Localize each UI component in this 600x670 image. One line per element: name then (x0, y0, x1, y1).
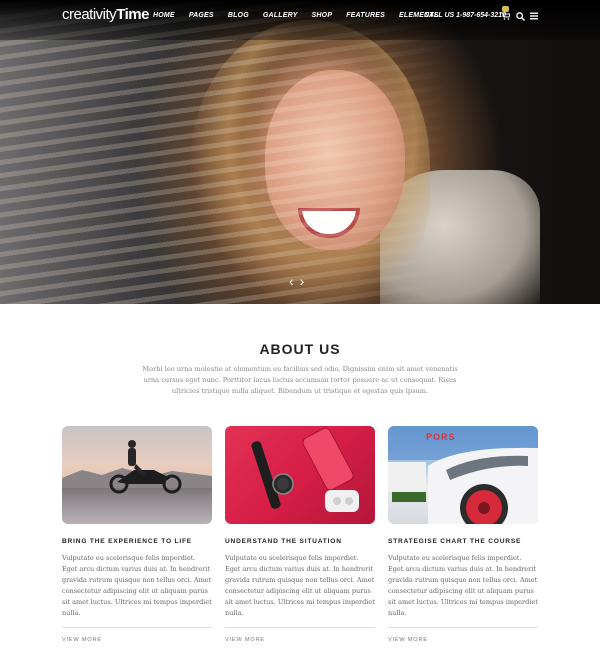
card-divider (62, 627, 212, 628)
hero-slider: creativityTime HOME PAGES BLOG GALLERY S… (0, 0, 600, 304)
nav-link-blog[interactable]: BLOG (228, 12, 249, 19)
brand-logo[interactable]: creativityTime (62, 6, 149, 23)
about-text: Morbi leo urna molestie at elementum eu … (142, 365, 458, 395)
brand-light: creativity (62, 6, 117, 23)
slider-next-icon[interactable]: › (300, 274, 305, 288)
slider-arrows: ‹ › (289, 274, 304, 288)
card-title: BRING THE EXPERIENCE TO LIFE (62, 538, 192, 545)
card-text: Vulputate eu scelerisque felis imperdiet… (225, 554, 375, 617)
hero-photo-blinds (0, 0, 600, 304)
feature-card-2: UNDERSTAND THE SITUATION Vulputate eu sc… (225, 426, 375, 643)
brand-bold: Time (116, 6, 149, 23)
feature-card-3: PORS STRATEGISE CHART THE COURSE Vulputa… (388, 426, 538, 643)
nav-link-home[interactable]: HOME (153, 12, 175, 19)
cart-icon[interactable] (501, 12, 511, 23)
nav-link-gallery[interactable]: GALLERY (263, 12, 298, 19)
card-title: UNDERSTAND THE SITUATION (225, 538, 342, 545)
card-image-red-gadgets (225, 426, 375, 524)
card-text: Vulputate eu scelerisque felis imperdiet… (62, 554, 212, 617)
call-us-phone[interactable]: CALL US 1-987-654-3210 (424, 12, 506, 19)
nav-link-features[interactable]: FEATURES (346, 12, 385, 19)
menu-icon[interactable] (530, 12, 538, 23)
svg-text:PORS: PORS (426, 432, 456, 442)
card-divider (388, 627, 538, 628)
nav-link-shop[interactable]: SHOP (312, 12, 333, 19)
nav-links: HOME PAGES BLOG GALLERY SHOP FEATURES EL… (153, 12, 439, 19)
card-divider (225, 627, 375, 628)
navbar: creativityTime HOME PAGES BLOG GALLERY S… (0, 0, 600, 34)
view-more-link[interactable]: VIEW MORE (225, 637, 375, 643)
feature-card-1: BRING THE EXPERIENCE TO LIFE Vulputate e… (62, 426, 212, 643)
card-title: STRATEGISE CHART THE COURSE (388, 538, 522, 545)
view-more-link[interactable]: VIEW MORE (388, 637, 538, 643)
card-text: Vulputate eu scelerisque felis imperdiet… (388, 554, 538, 617)
card-image-motorcycle (62, 426, 212, 524)
card-image-sports-car: PORS (388, 426, 538, 524)
slider-prev-icon[interactable]: ‹ (289, 274, 294, 288)
search-icon[interactable] (516, 12, 525, 24)
about-title: ABOUT US (259, 341, 341, 357)
view-more-link[interactable]: VIEW MORE (62, 637, 212, 643)
nav-link-pages[interactable]: PAGES (189, 12, 214, 19)
